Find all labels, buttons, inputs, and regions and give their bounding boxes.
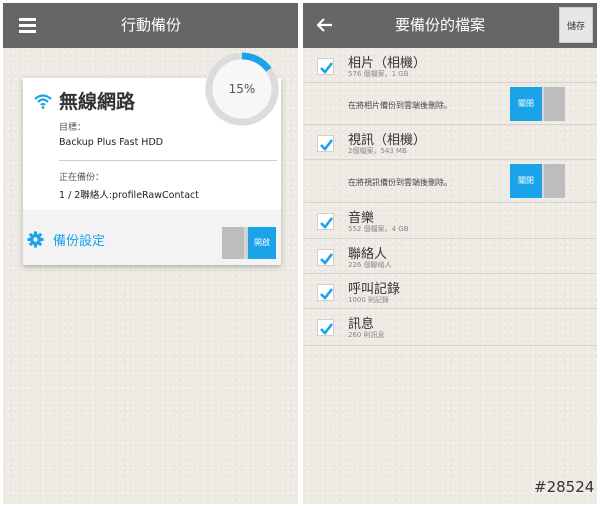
list-item-video[interactable]: 視訊（相機） 2個檔案，543 MB xyxy=(303,125,597,160)
files-to-backup-screen: 要備份的檔案 儲存 相片（相機） 576 個檔案，1 GB 在將相片備份到雲端後… xyxy=(303,3,597,504)
toggle-off-label: 關閉 xyxy=(510,164,542,198)
toggle-on-label: 開啟 xyxy=(248,227,276,259)
progress-percent: 15% xyxy=(228,82,256,96)
item-subtitle: 260 則訊息 xyxy=(348,331,385,339)
backing-up-value: 1 / 2聯絡人:profileRawContact xyxy=(59,190,199,201)
checkbox-video[interactable] xyxy=(317,135,334,152)
backup-settings-link[interactable]: 備份設定 xyxy=(53,230,105,249)
checkbox-messages[interactable] xyxy=(317,319,334,336)
checkbox-photos[interactable] xyxy=(317,58,334,75)
item-subtitle: 2個檔案，543 MB xyxy=(348,147,407,155)
item-subtitle: 1000 則記錄 xyxy=(348,296,390,304)
list-item-music[interactable]: 音樂 552 個檔案，4 GB xyxy=(303,203,597,239)
target-value: Backup Plus Fast HDD xyxy=(59,137,164,148)
gear-icon[interactable] xyxy=(27,231,44,248)
checkmark-icon xyxy=(320,62,334,74)
checkbox-music[interactable] xyxy=(317,213,334,230)
page-title: 要備份的檔案 xyxy=(395,16,486,34)
list-item-messages[interactable]: 訊息 260 則訊息 xyxy=(303,309,597,346)
checkmark-icon xyxy=(320,323,334,335)
backup-toggle[interactable]: 開啟 xyxy=(222,227,276,259)
right-app-bar: 要備份的檔案 儲存 xyxy=(303,3,597,48)
sub-option-text: 在將視訊備份到雲端後刪除。 xyxy=(348,178,452,187)
checkbox-call-log[interactable] xyxy=(317,284,334,301)
page-title: 行動備份 xyxy=(121,16,182,34)
delete-video-toggle[interactable]: 關閉 xyxy=(510,164,565,198)
sub-option-photos: 在將相片備份到雲端後刪除。 關閉 xyxy=(303,83,597,125)
list-item-contacts[interactable]: 聯絡人 226 個聯絡人 xyxy=(303,239,597,274)
card-footer: 備份設定 開啟 xyxy=(23,210,281,265)
item-subtitle: 226 個聯絡人 xyxy=(348,261,392,269)
list-item-call-log[interactable]: 呼叫記錄 1000 則記錄 xyxy=(303,274,597,309)
network-title: 無線網路 xyxy=(59,91,136,113)
sub-option-text: 在將相片備份到雲端後刪除。 xyxy=(348,101,452,110)
delete-photos-toggle[interactable]: 關閉 xyxy=(510,87,565,121)
hamburger-menu-icon[interactable] xyxy=(19,18,36,33)
save-button[interactable]: 儲存 xyxy=(559,7,593,43)
checkbox-contacts[interactable] xyxy=(317,249,334,266)
back-arrow-icon[interactable] xyxy=(317,17,333,33)
backing-up-label: 正在備份： xyxy=(59,173,105,183)
target-label: 目標： xyxy=(59,123,87,133)
left-app-bar: 行動備份 xyxy=(3,3,298,48)
checkmark-icon xyxy=(320,139,334,151)
item-subtitle: 576 個檔案，1 GB xyxy=(348,70,409,78)
backup-home-screen: 行動備份 無線網路 目標： Backup Plus Fast HDD 正在備份：… xyxy=(3,3,298,504)
watermark: #28524 xyxy=(534,478,595,496)
checkmark-icon xyxy=(320,253,334,265)
card-divider xyxy=(59,160,277,161)
toggle-off-label: 關閉 xyxy=(510,87,542,121)
list-item-photos[interactable]: 相片（相機） 576 個檔案，1 GB xyxy=(303,48,597,83)
wifi-icon xyxy=(34,94,52,109)
item-subtitle: 552 個檔案，4 GB xyxy=(348,225,409,233)
checkmark-icon xyxy=(320,288,334,300)
checkmark-icon xyxy=(320,217,334,229)
sub-option-video: 在將視訊備份到雲端後刪除。 關閉 xyxy=(303,160,597,203)
